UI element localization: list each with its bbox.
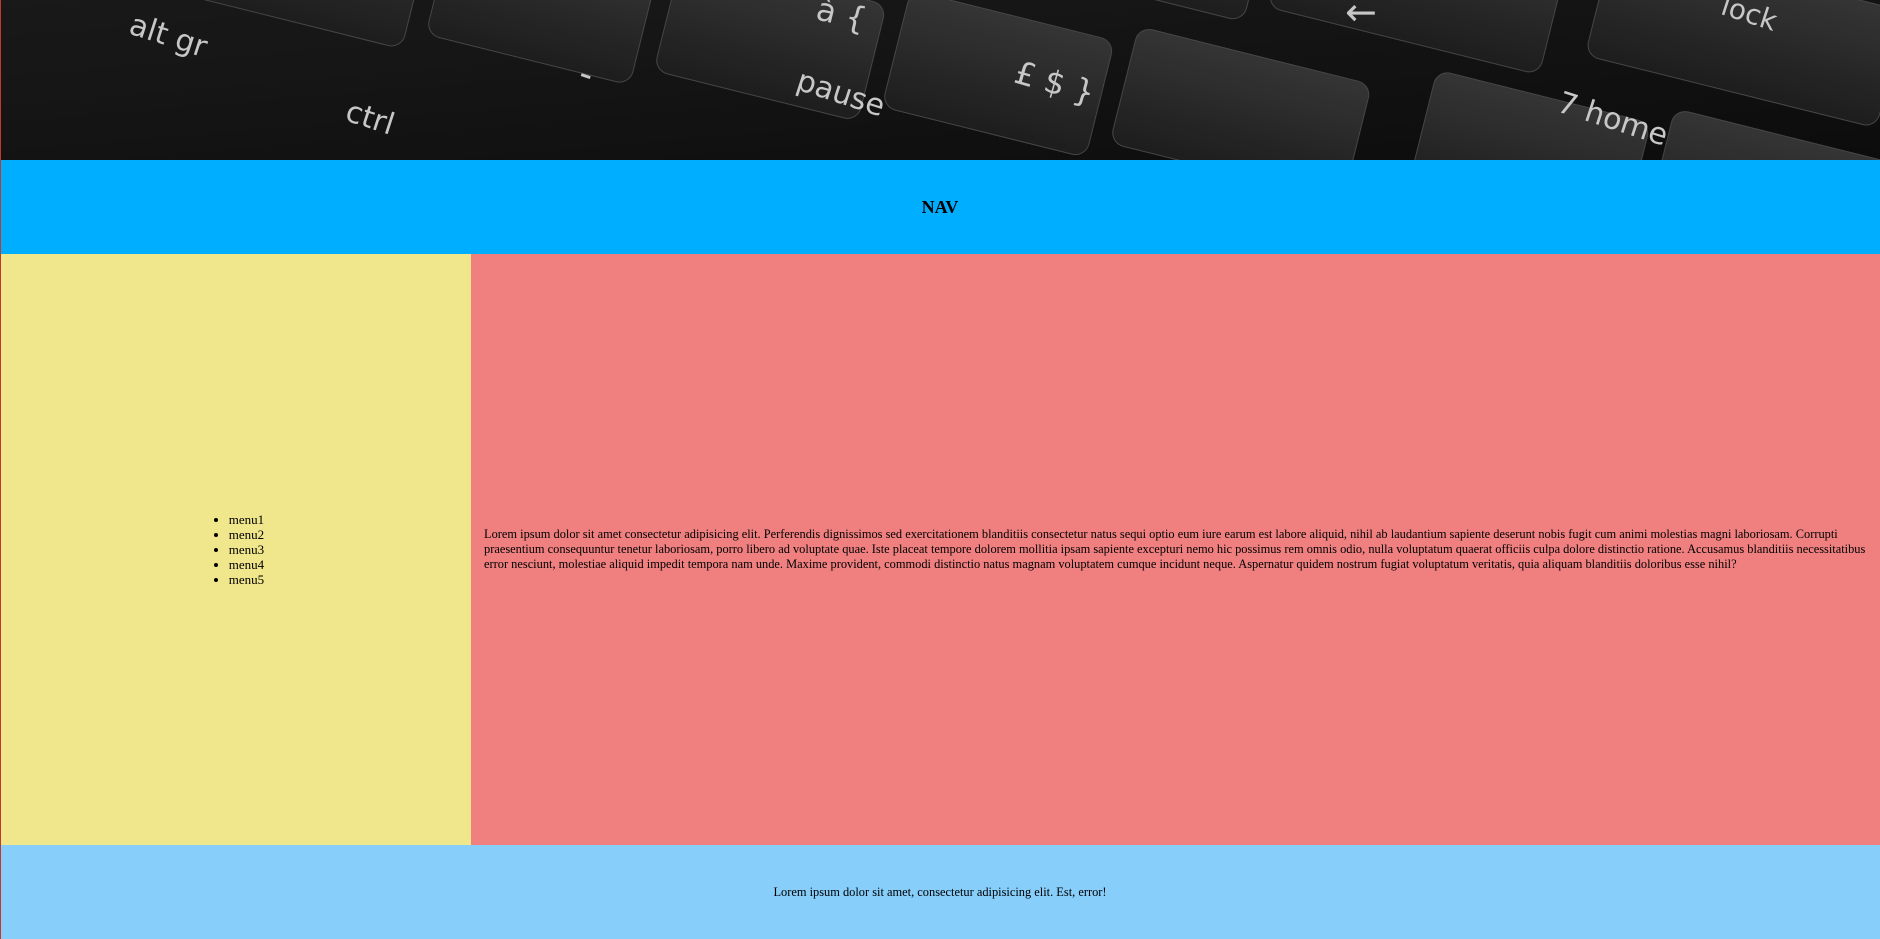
- footer: Lorem ipsum dolor sit amet, consectetur …: [0, 845, 1880, 939]
- nav-title: NAV: [921, 196, 959, 217]
- page: alt gr ctrl - pause à { £ $ } ← 7 home l…: [0, 0, 1880, 939]
- sidebar-item-menu4[interactable]: menu4: [229, 557, 264, 572]
- nav-bar: NAV: [0, 160, 1880, 254]
- sidebar: menu1 menu2 menu3 menu4 menu5: [0, 254, 471, 845]
- sidebar-item-menu1[interactable]: menu1: [229, 512, 264, 527]
- header-image: alt gr ctrl - pause à { £ $ } ← 7 home l…: [0, 0, 1880, 160]
- page-left-border: [0, 0, 1, 939]
- keyboard-photo: alt gr ctrl - pause à { £ $ } ← 7 home l…: [0, 0, 1880, 160]
- sidebar-item-menu3[interactable]: menu3: [229, 542, 264, 557]
- sidebar-item-menu5[interactable]: menu5: [229, 572, 264, 587]
- footer-text: Lorem ipsum dolor sit amet, consectetur …: [773, 884, 1107, 899]
- main-paragraph: Lorem ipsum dolor sit amet consectetur a…: [484, 527, 1866, 571]
- sidebar-menu: menu1 menu2 menu3 menu4 menu5: [207, 512, 264, 587]
- sidebar-item-menu2[interactable]: menu2: [229, 527, 264, 542]
- main-content: Lorem ipsum dolor sit amet consectetur a…: [471, 254, 1880, 845]
